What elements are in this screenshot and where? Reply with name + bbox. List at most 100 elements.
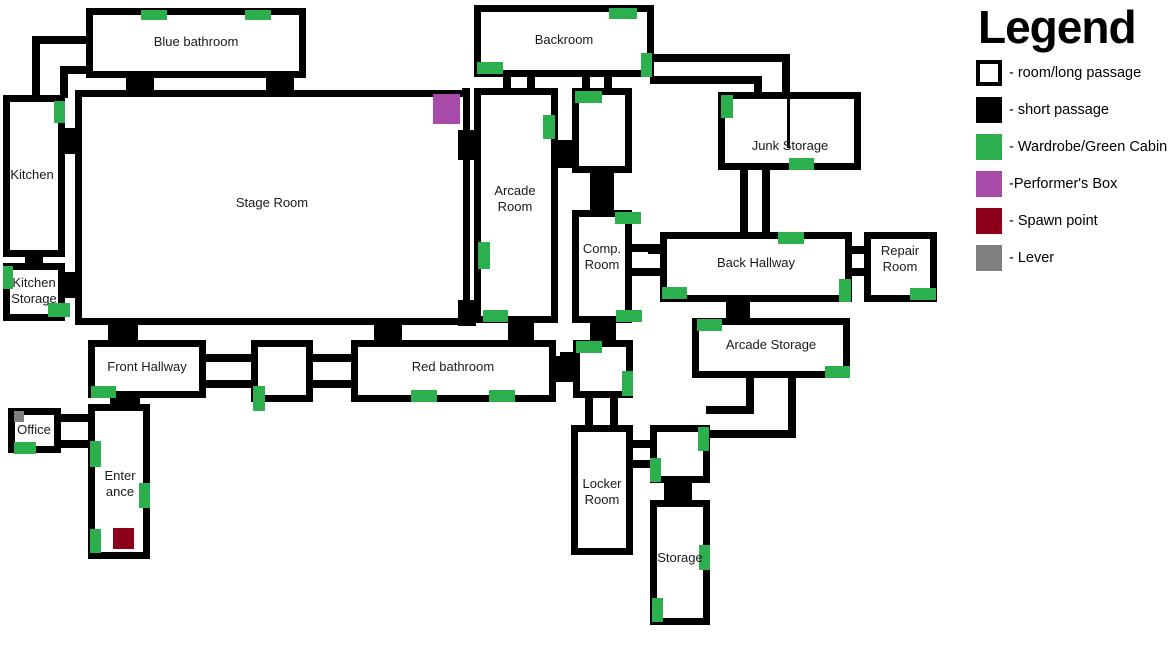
wardrobe-marker[interactable] [54,101,65,123]
room-label-backroom: Backroom [535,32,594,47]
short-passage-sp-small-comp [590,170,614,214]
backroom-right-corridor-bot [650,76,762,84]
junk-backhall-corridor-l [740,168,748,236]
map-page: Blue bathroom Backroom Kitchen Kitchen Stora… [0,0,1170,651]
legend-panel: Legend - room/long passage - short passag… [960,0,1170,271]
wardrobe-marker[interactable] [650,458,661,482]
performers-box-marker[interactable] [433,94,460,124]
wardrobe-marker[interactable] [622,371,633,396]
wardrobe-marker[interactable] [483,310,508,322]
wardrobe-marker[interactable] [789,158,814,170]
room-label-kitchen: Kitchen [10,167,53,182]
wardrobe-marker[interactable] [839,279,851,302]
legend-swatch-wardrobe [976,134,1002,160]
short-passage-sp-arcade-small [552,140,576,168]
wardrobe-marker[interactable] [697,319,722,331]
room-label-office: Office [17,422,51,437]
room-label-kitchen-storage: Kitchen Storage [11,275,57,306]
room-label-junk-storage: Junk Storage [752,138,829,153]
wardrobe-marker[interactable] [698,427,709,451]
wardrobe-marker[interactable] [477,62,503,74]
wardrobe-marker[interactable] [14,442,36,454]
office-entrance-corridor-bot [57,440,92,448]
wardrobe-marker[interactable] [411,390,437,402]
short-passage-sp-stage-front [108,320,138,342]
wardrobe-marker[interactable] [90,529,101,553]
wardrobe-marker[interactable] [139,483,150,508]
room-label-locker-room: Locker Room [582,476,622,507]
legend-label-room: - room/long passage [1009,65,1142,81]
legend-swatch-room [976,60,1002,86]
room-floor-mid-small-room [258,347,306,395]
short-passage-sp-comp-east [590,320,616,342]
wardrobe-marker[interactable] [90,441,101,467]
room-label-stage-room: Stage Room [236,195,308,210]
short-passage-sp-arcade-red [508,320,534,342]
arcstore-se-corridor-uh [706,406,754,414]
short-passage-sp-kitchen-stage [61,128,81,154]
wardrobe-marker[interactable] [609,8,637,19]
legend-swatch-short-passage [976,97,1002,123]
room-floor-east-small-room [580,347,626,391]
room-label-arcade-storage: Arcade Storage [726,337,816,352]
room-label-entrance: Enter ance [104,468,136,499]
wardrobe-marker[interactable] [576,341,602,353]
wardrobe-marker[interactable] [615,212,641,224]
legend-title: Legend [978,1,1137,53]
wardrobe-marker[interactable] [825,366,850,378]
legend-item-short-passage: - short passage [976,95,1170,125]
legend-label-lever: - Lever [1009,250,1055,266]
mid-red-corridor-bot [309,380,355,388]
legend-rows: - room/long passage - short passage - Ward… [960,58,1170,273]
wardrobe-marker[interactable] [245,10,271,20]
wardrobe-marker[interactable] [575,91,602,103]
wardrobe-marker[interactable] [141,10,167,20]
legend-item-wardrobe: - Wardrobe/Green Cabin [976,132,1170,162]
wardrobe-marker[interactable] [662,287,687,299]
arcstore-se-corridor-lh [706,430,796,438]
legend-swatch-performers-box [976,171,1002,197]
room-label-repair-room: Repair Room [881,243,920,274]
short-passage-sp-stage-arcade-low [458,300,476,326]
backroom-right-corridor-top [650,54,790,62]
legend-label-wardrobe: - Wardrobe/Green Cabin [1009,139,1168,155]
junk-backhall-corridor-r [762,168,770,236]
arcstore-se-corridor-rv [788,376,796,434]
lever-marker[interactable] [14,411,24,422]
wardrobe-marker[interactable] [778,232,804,244]
legend-swatch-spawn-point [976,208,1002,234]
short-passage-sp-blue-stage-left [126,72,154,90]
short-passage-sp-stage-red [374,320,402,342]
room-floor-se-small-room [657,432,703,476]
short-passage-sp-stage-arcade [458,130,476,160]
legend-item-lever: - Lever [976,243,1170,273]
office-entrance-corridor-top [57,414,92,422]
room-label-front-hallway: Front Hallway [107,359,187,374]
mid-red-corridor-top [309,354,355,362]
wardrobe-marker[interactable] [721,95,733,118]
room-label-red-bathroom: Red bathroom [412,359,494,374]
kitchen-corridor-upper [32,36,40,98]
legend-item-spawn-point: - Spawn point [976,206,1170,236]
wardrobe-marker[interactable] [543,115,555,139]
locker-up-corridor-l [585,396,593,428]
locker-up-corridor-r [610,396,618,428]
legend-item-room: - room/long passage [976,58,1170,88]
front-mid-corridor-top [202,354,255,362]
room-label-back-hallway: Back Hallway [717,255,796,270]
wardrobe-marker[interactable] [616,310,642,322]
kitchen-corridor-inner-v [60,66,68,98]
spawn-point-marker[interactable] [113,528,134,549]
wardrobe-marker[interactable] [489,390,515,402]
short-passage-sp-backhall-arcstore [726,298,750,320]
wardrobe-marker[interactable] [641,53,652,77]
wardrobe-marker[interactable] [91,386,116,398]
front-mid-corridor-bot [202,380,255,388]
wardrobe-marker[interactable] [910,288,936,300]
room-label-storage: Storage [657,550,703,565]
short-passage-sp-red-east [556,356,574,382]
wardrobe-marker[interactable] [253,386,265,411]
wardrobe-marker[interactable] [478,242,490,269]
wardrobe-marker[interactable] [652,598,663,622]
legend-swatch-lever [976,245,1002,271]
